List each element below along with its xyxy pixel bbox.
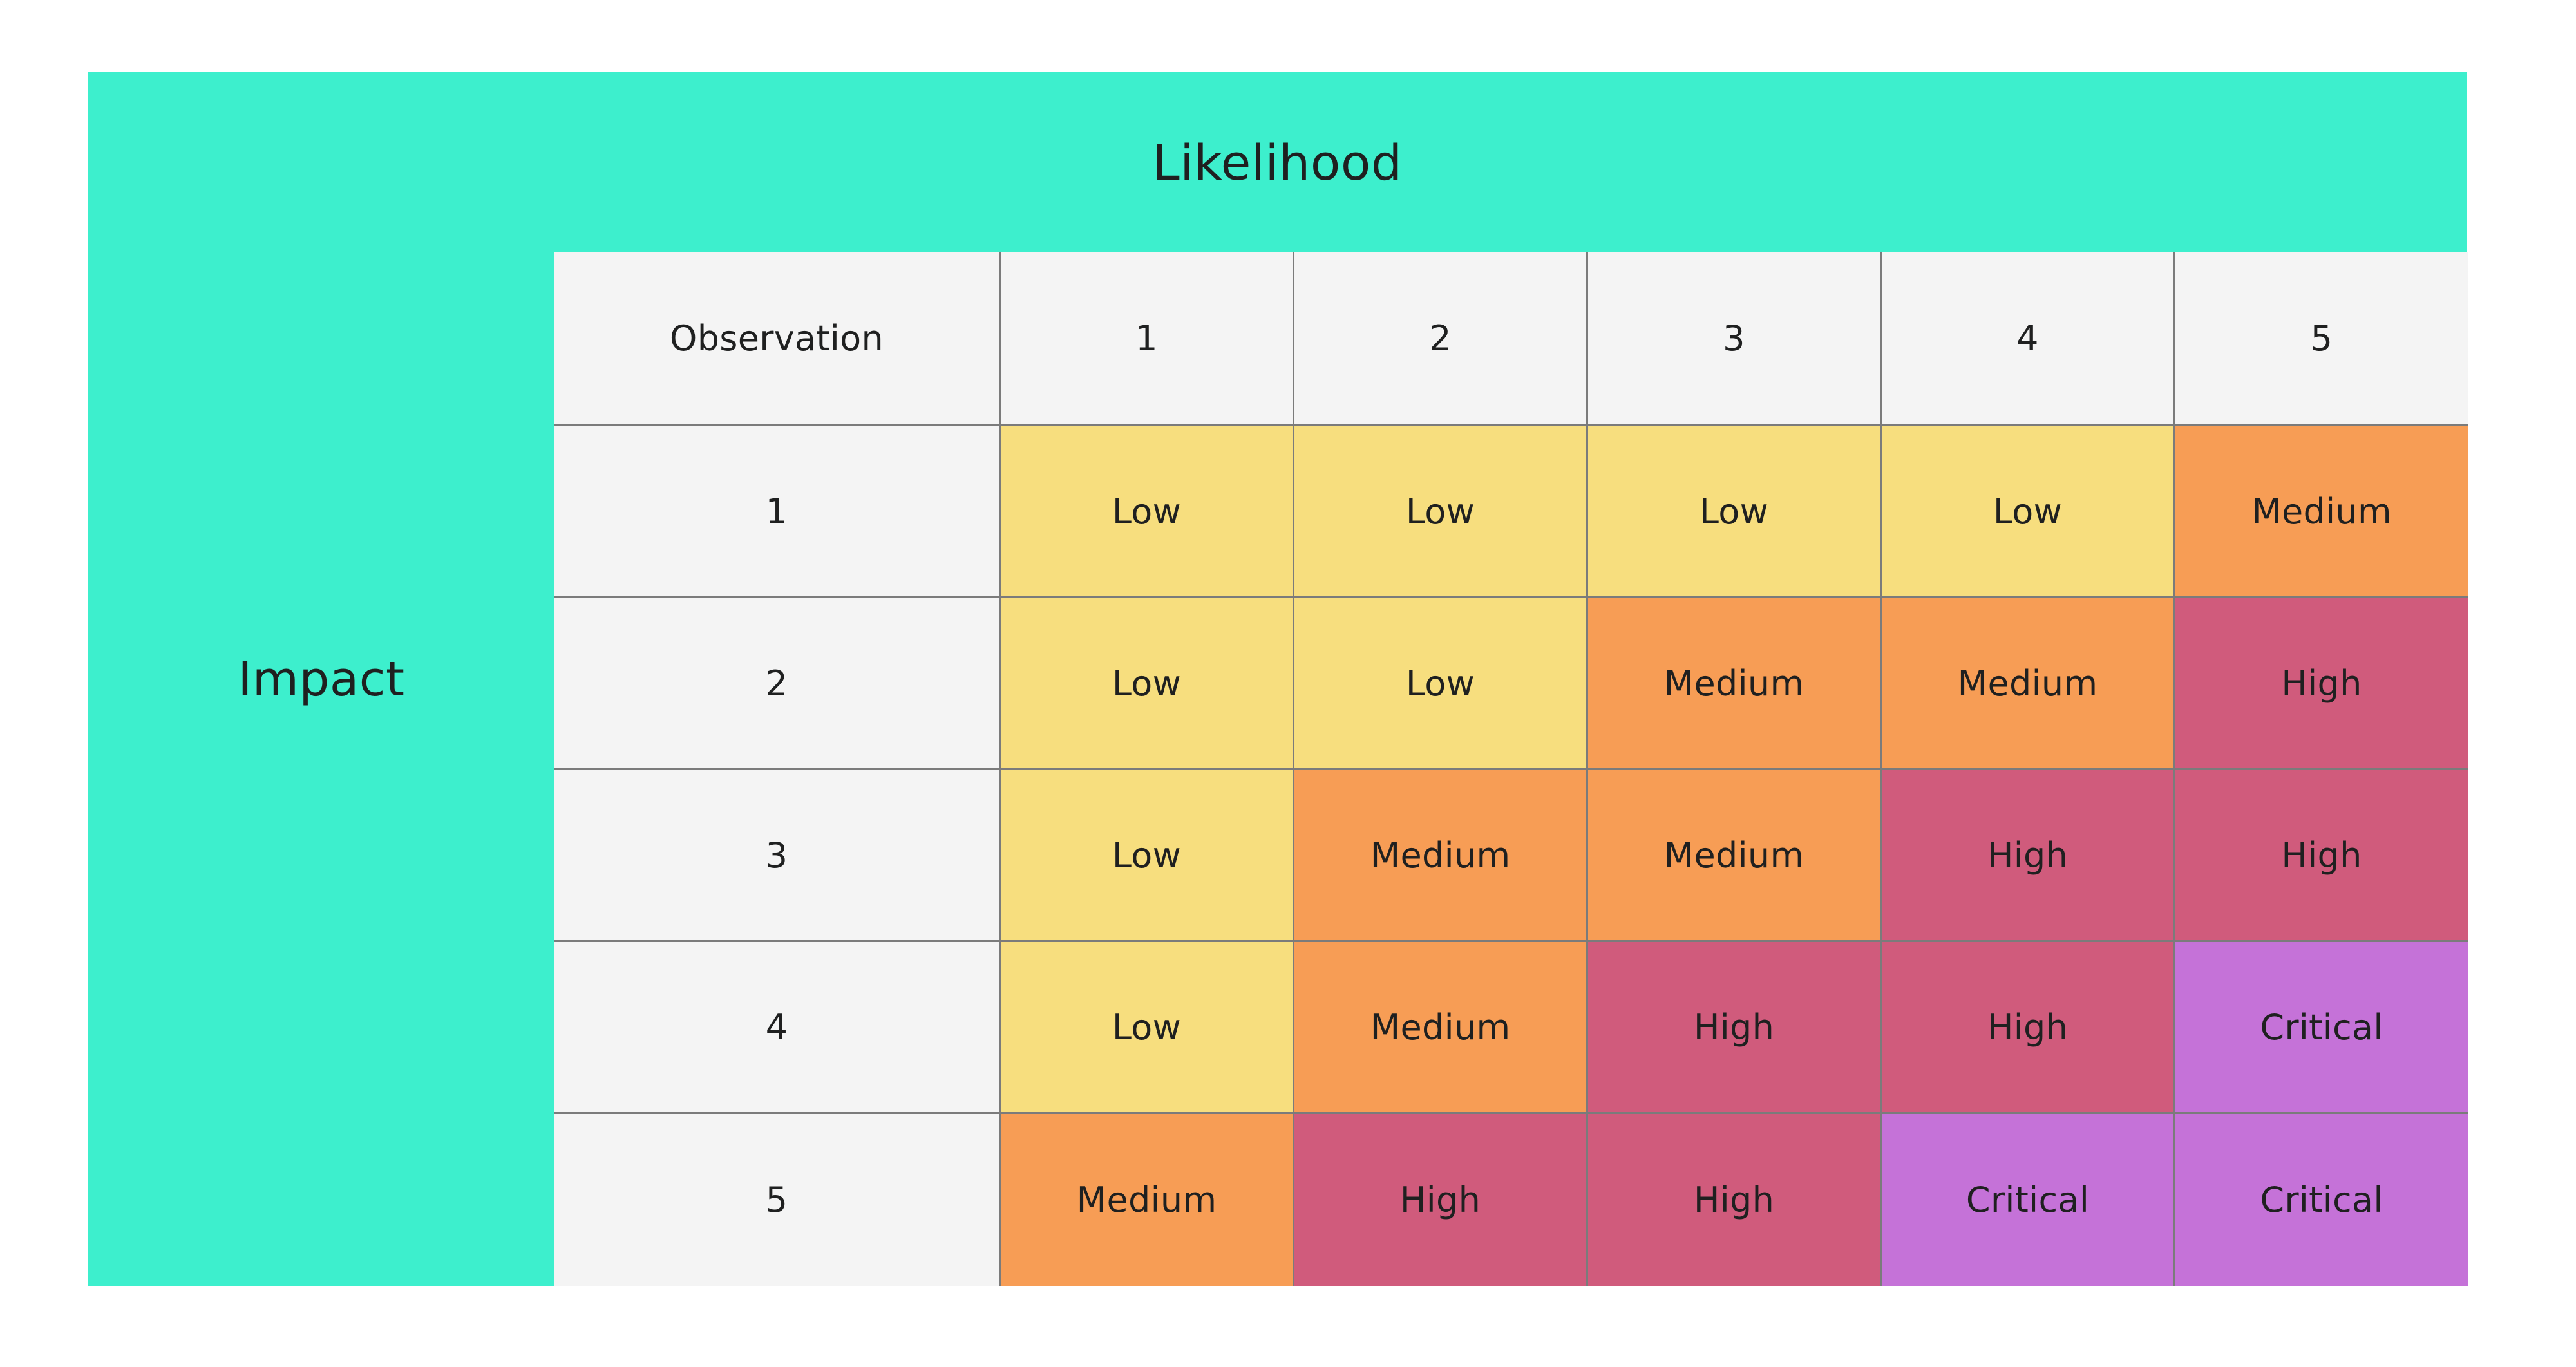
likelihood-column-header-4: 4 (1882, 252, 2175, 426)
risk-cell-impact-1-likelihood-4[interactable]: Low (1882, 426, 2175, 598)
impact-row-header-4: 4 (554, 942, 1001, 1114)
likelihood-column-header-1: 1 (1001, 252, 1294, 426)
risk-matrix-canvas: Impact Likelihood Observation 1 2 3 4 5 1 Low Lo… (0, 0, 2576, 1367)
risk-cell-impact-4-likelihood-2[interactable]: Medium (1294, 942, 1588, 1114)
risk-cell-impact-2-likelihood-5[interactable]: High (2175, 598, 2468, 770)
risk-cell-impact-1-likelihood-3[interactable]: Low (1588, 426, 1882, 598)
risk-cell-impact-3-likelihood-5[interactable]: High (2175, 770, 2468, 942)
risk-cell-impact-5-likelihood-2[interactable]: High (1294, 1114, 1588, 1286)
impact-row-header-1: 1 (554, 426, 1001, 598)
observation-corner-header: Observation (554, 252, 1001, 426)
risk-matrix-grid: Observation 1 2 3 4 5 1 Low Low Low Low Medium 2 Low L… (554, 252, 2468, 1286)
risk-cell-impact-2-likelihood-3[interactable]: Medium (1588, 598, 1882, 770)
likelihood-column-header-3: 3 (1588, 252, 1882, 426)
risk-cell-impact-5-likelihood-5[interactable]: Critical (2175, 1114, 2468, 1286)
risk-cell-impact-1-likelihood-5[interactable]: Medium (2175, 426, 2468, 598)
risk-cell-impact-3-likelihood-1[interactable]: Low (1001, 770, 1294, 942)
risk-cell-impact-2-likelihood-4[interactable]: Medium (1882, 598, 2175, 770)
risk-cell-impact-5-likelihood-4[interactable]: Critical (1882, 1114, 2175, 1286)
risk-cell-impact-2-likelihood-1[interactable]: Low (1001, 598, 1294, 770)
risk-cell-impact-5-likelihood-3[interactable]: High (1588, 1114, 1882, 1286)
impact-row-header-5: 5 (554, 1114, 1001, 1286)
risk-cell-impact-2-likelihood-2[interactable]: Low (1294, 598, 1588, 770)
impact-row-header-3: 3 (554, 770, 1001, 942)
risk-cell-impact-1-likelihood-2[interactable]: Low (1294, 426, 1588, 598)
likelihood-column-header-5: 5 (2175, 252, 2468, 426)
impact-axis-label: Impact (238, 651, 405, 707)
impact-row-header-2: 2 (554, 598, 1001, 770)
risk-cell-impact-5-likelihood-1[interactable]: Medium (1001, 1114, 1294, 1286)
risk-cell-impact-1-likelihood-1[interactable]: Low (1001, 426, 1294, 598)
likelihood-axis-label: Likelihood (1152, 133, 1403, 191)
risk-cell-impact-4-likelihood-3[interactable]: High (1588, 942, 1882, 1114)
likelihood-column-header-2: 2 (1294, 252, 1588, 426)
risk-cell-impact-4-likelihood-1[interactable]: Low (1001, 942, 1294, 1114)
risk-cell-impact-3-likelihood-2[interactable]: Medium (1294, 770, 1588, 942)
impact-axis-panel: Impact (88, 72, 554, 1286)
risk-cell-impact-4-likelihood-5[interactable]: Critical (2175, 942, 2468, 1114)
risk-cell-impact-4-likelihood-4[interactable]: High (1882, 942, 2175, 1114)
risk-cell-impact-3-likelihood-3[interactable]: Medium (1588, 770, 1882, 942)
risk-cell-impact-3-likelihood-4[interactable]: High (1882, 770, 2175, 942)
